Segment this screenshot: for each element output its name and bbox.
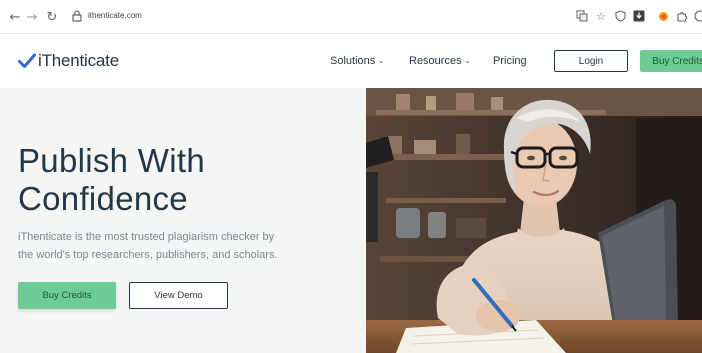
ithenticate-logo[interactable]: iThenticate [18,51,119,71]
hero-title-line-1: Publish With [18,142,206,179]
nav-solutions[interactable]: Solutions ⌄ [330,55,384,67]
logo-text: iThenticate [38,51,119,70]
puzzle-icon[interactable] [675,9,689,23]
hero-title: Publish With Confidence [18,142,358,218]
header-buy-credits-button[interactable]: Buy Credits [640,50,702,72]
lock-icon[interactable] [70,9,84,23]
reload-icon[interactable]: ↻ [43,8,61,26]
nav-resources[interactable]: Resources ⌄ [409,55,470,67]
hero-subtitle-line-2: the world's top researchers, publishers,… [18,249,278,261]
hero-section: Publish With Confidence iThenticate is t… [0,88,366,353]
nav-solutions-label: Solutions [330,55,376,67]
download-icon[interactable] [632,9,646,23]
back-icon[interactable]: ← [6,8,24,26]
extension-orange-icon[interactable] [656,9,670,23]
hero-photo-woman-laptop [366,88,702,353]
login-button[interactable]: Login [554,50,628,72]
address-bar-url[interactable]: ithenticate.com [88,11,142,20]
checkmark-icon [18,53,36,68]
profile-icon[interactable] [693,9,702,23]
hero-subtitle: iThenticate is the most trusted plagiari… [18,228,318,264]
browser-toolbar: ← → ↻ ithenticate.com ☆ [0,0,702,34]
hero-title-line-2: Confidence [18,180,188,217]
site-header: iThenticate Solutions ⌄ Resources ⌄ Pric… [0,35,702,87]
nav-resources-label: Resources [409,55,462,67]
chevron-down-icon: ⌄ [464,58,471,65]
star-icon[interactable]: ☆ [594,9,608,23]
view-demo-button[interactable]: View Demo [129,282,228,309]
nav-pricing[interactable]: Pricing [493,55,527,67]
hero-buy-credits-button[interactable]: Buy Credits [18,282,116,309]
nav-pricing-label: Pricing [493,55,527,67]
forward-icon[interactable]: → [23,8,41,26]
shield-icon[interactable] [613,9,627,23]
chevron-down-icon: ⌄ [378,58,385,65]
hero-subtitle-line-1: iThenticate is the most trusted plagiari… [18,231,275,243]
translate-icon[interactable] [575,9,589,23]
